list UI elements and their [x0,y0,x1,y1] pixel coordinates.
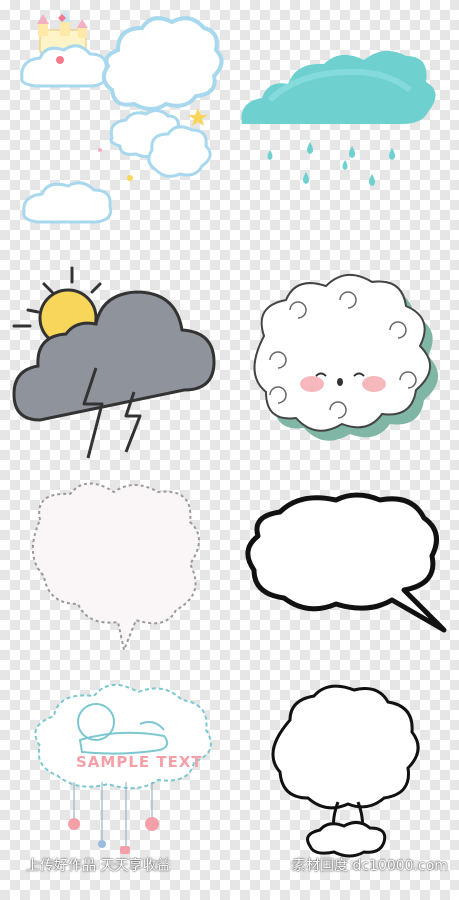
dotted-speech-cloud-icon [32,482,200,654]
sample-text-label: SAMPLE TEXT [76,753,203,771]
castle-cloud-icon [20,10,224,224]
mushroom-cloud-icon [271,684,420,858]
rain-cloud-icon [241,50,436,186]
speech-bubble-icon [245,492,447,633]
watermark-left: 上传好作品 天天享收益 [26,858,171,874]
watermark-right: 素材国度 dc10000.com [292,858,448,874]
sticker-artwork [12,10,447,858]
cute-face-cloud-icon [253,274,439,441]
storm-sun-cloud-icon [12,266,216,459]
